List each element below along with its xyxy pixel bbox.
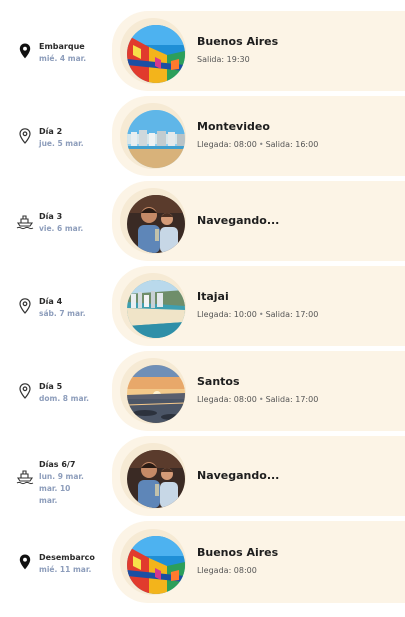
photo-ring	[120, 103, 186, 169]
photo-ring	[120, 529, 186, 595]
port-card[interactable]: Itajai Llegada: 10:00 • Salida: 17:00	[112, 266, 405, 346]
day-label: Día 4	[39, 297, 63, 306]
port-times: Llegada: 08:00 • Salida: 16:00	[197, 140, 319, 149]
day-date: vie. 6 mar.	[39, 224, 84, 233]
ship-icon	[16, 467, 34, 485]
day-date: mié. 11 mar.	[39, 565, 92, 574]
itinerary-row: Desembarco mié. 11 mar. Buenos Aires Lle…	[0, 521, 405, 603]
port-photo	[127, 280, 185, 338]
itinerary-row: Días 6/7 lun. 9 mar. mar. 10 mar. Navega…	[0, 436, 405, 516]
port-photo	[127, 195, 185, 253]
photo-ring	[120, 18, 186, 84]
port-card[interactable]: Navegando...	[112, 436, 405, 516]
map-pin-filled-icon	[16, 553, 34, 571]
day-date: dom. 8 mar.	[39, 394, 89, 403]
arrival-time: Llegada: 08:00	[197, 140, 257, 149]
day-date: mié. 4 mar.	[39, 54, 87, 63]
arrival-time: Llegada: 08:00	[197, 566, 257, 575]
arrival-time: Llegada: 08:00	[197, 395, 257, 404]
departure-time: Salida: 17:00	[265, 395, 319, 404]
photo-ring	[120, 443, 186, 509]
day-label: Día 5	[39, 382, 63, 391]
day-label: Día 2	[39, 127, 63, 136]
port-name: Buenos Aires	[197, 546, 279, 559]
departure-time: Salida: 16:00	[265, 140, 319, 149]
departure-time: Salida: 17:00	[265, 310, 319, 319]
photo-ring	[120, 273, 186, 339]
port-card[interactable]: Buenos Aires Salida: 19:30	[112, 11, 405, 91]
port-name: Santos	[197, 375, 240, 388]
itinerary-list: Embarque mié. 4 mar. Buenos Aires Salida…	[0, 0, 405, 617]
port-photo	[127, 450, 185, 508]
photo-ring	[120, 358, 186, 424]
arrival-time: Llegada: 10:00	[197, 310, 257, 319]
port-name: Itajai	[197, 290, 229, 303]
port-photo	[127, 536, 185, 594]
port-times: Salida: 19:30	[197, 55, 250, 64]
day-label: Día 3	[39, 212, 63, 221]
day-label: Embarque	[39, 42, 85, 51]
port-photo	[127, 110, 185, 168]
port-times: Llegada: 10:00 • Salida: 17:00	[197, 310, 319, 319]
map-pin-outline-icon	[16, 382, 34, 400]
itinerary-row: Día 2 jue. 5 mar. Montevideo Llegada: 08…	[0, 96, 405, 176]
day-label: Desembarco	[39, 553, 95, 562]
port-card[interactable]: Buenos Aires Llegada: 08:00	[112, 521, 405, 603]
day-label: Días 6/7	[39, 460, 76, 469]
itinerary-row: Embarque mié. 4 mar. Buenos Aires Salida…	[0, 11, 405, 91]
port-card[interactable]: Santos Llegada: 08:00 • Salida: 17:00	[112, 351, 405, 431]
port-photo	[127, 365, 185, 423]
port-name: Navegando...	[197, 214, 280, 227]
day-date: lun. 9 mar. mar. 10 mar.	[39, 472, 84, 505]
map-pin-filled-icon	[16, 42, 34, 60]
port-name: Buenos Aires	[197, 35, 279, 48]
port-times: Llegada: 08:00 • Salida: 17:00	[197, 395, 319, 404]
day-date: jue. 5 mar.	[39, 139, 84, 148]
port-name: Navegando...	[197, 469, 280, 482]
itinerary-row: Día 5 dom. 8 mar. Santos Llegada: 08:00 …	[0, 351, 405, 431]
port-times: Llegada: 08:00	[197, 566, 257, 575]
day-date: sáb. 7 mar.	[39, 309, 86, 318]
departure-time: Salida: 19:30	[197, 55, 250, 64]
map-pin-outline-icon	[16, 297, 34, 315]
ship-icon	[16, 212, 34, 230]
itinerary-row: Día 3 vie. 6 mar. Navegando...	[0, 181, 405, 261]
itinerary-row: Día 4 sáb. 7 mar. Itajai Llegada: 10:00 …	[0, 266, 405, 346]
port-name: Montevideo	[197, 120, 270, 133]
photo-ring	[120, 188, 186, 254]
map-pin-outline-icon	[16, 127, 34, 145]
port-photo	[127, 25, 185, 83]
port-card[interactable]: Navegando...	[112, 181, 405, 261]
port-card[interactable]: Montevideo Llegada: 08:00 • Salida: 16:00	[112, 96, 405, 176]
